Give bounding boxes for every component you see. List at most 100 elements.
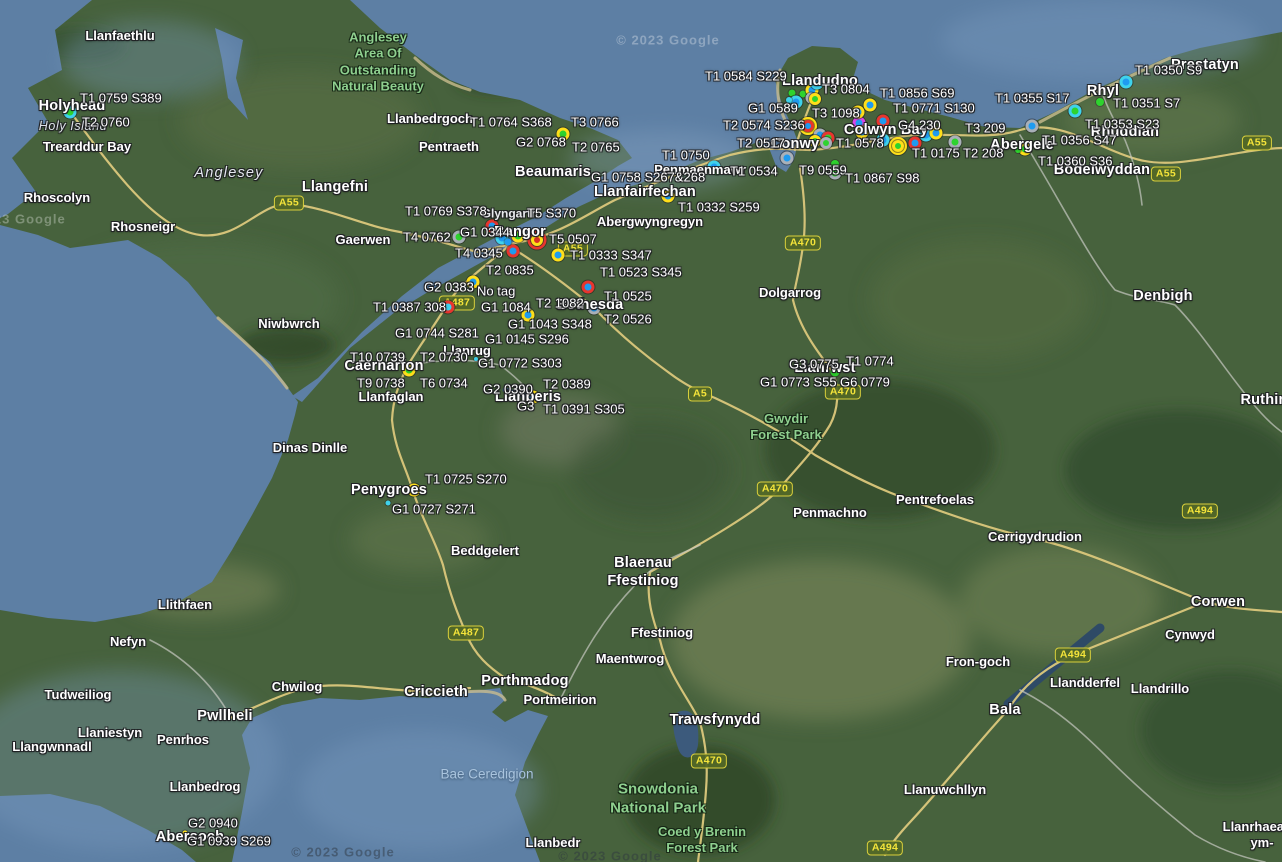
place-label[interactable]: Penmachno: [793, 505, 867, 521]
place-label[interactable]: Gaerwen: [336, 232, 391, 248]
map-marker[interactable]: [507, 245, 520, 258]
marker-label: G1 0344: [460, 225, 510, 240]
marker-label: T1 0355 S17: [995, 91, 1069, 106]
place-label[interactable]: Cerrigydrudion: [988, 529, 1082, 545]
marker-label: T9 0559: [799, 163, 847, 178]
road-badge: A470: [691, 754, 727, 769]
place-label[interactable]: Rhoscolyn: [24, 190, 90, 206]
place-label[interactable]: Blaenau Ffestiniog: [607, 554, 678, 590]
place-label[interactable]: Llanfaethlu: [85, 28, 154, 44]
place-label[interactable]: Llangefni: [302, 178, 368, 196]
place-label[interactable]: Pentrefoelas: [896, 492, 974, 508]
place-label[interactable]: Beddgelert: [451, 543, 519, 559]
satellite-map[interactable]: {"":""}: [0, 0, 1282, 862]
place-label[interactable]: Llandrillo: [1131, 681, 1190, 697]
place-label[interactable]: Corwen: [1191, 593, 1245, 611]
marker-label: T2 0760: [82, 115, 130, 130]
place-label[interactable]: Maentwrog: [596, 651, 665, 667]
place-label[interactable]: Llanbedrgoch: [387, 111, 473, 127]
marker-label: G1 0589: [748, 101, 798, 116]
place-label[interactable]: Dinas Dinlle: [273, 440, 347, 456]
place-label[interactable]: Gwydir Forest Park: [750, 411, 822, 444]
place-label[interactable]: Llaniestyn: [78, 725, 142, 741]
place-label[interactable]: Llanuwchllyn: [904, 782, 986, 798]
place-label[interactable]: Ruthin: [1240, 391, 1282, 409]
google-watermark: © 2023 Google: [291, 845, 395, 860]
map-marker[interactable]: [552, 249, 565, 262]
place-label[interactable]: Llithfaen: [158, 597, 212, 613]
marker-label: T1 0856 S69: [880, 86, 954, 101]
place-label[interactable]: Portmeirion: [524, 692, 597, 708]
place-label[interactable]: Llanfairfechan: [594, 183, 696, 201]
map-marker[interactable]: [809, 93, 821, 105]
marker-label: T2 0574 S236: [723, 118, 805, 133]
place-label[interactable]: Pwllheli: [197, 707, 253, 725]
map-marker[interactable]: [386, 501, 391, 506]
place-label[interactable]: Llanbedrog: [170, 779, 241, 795]
place-label[interactable]: Beaumaris: [515, 163, 591, 181]
place-label[interactable]: Trawsfynydd: [670, 711, 761, 729]
marker-label: T1 0584 S229: [705, 69, 787, 84]
place-label[interactable]: Fron-goch: [946, 654, 1010, 670]
place-label[interactable]: Porthmadog: [481, 672, 568, 690]
place-label[interactable]: Coed y Brenin Forest Park: [658, 824, 746, 857]
place-label[interactable]: Llanrhaeadr-ym-: [1223, 819, 1282, 852]
marker-label: T1 0769 S378: [405, 204, 487, 219]
marker-label: T4 0762: [403, 230, 451, 245]
map-marker[interactable]: [781, 152, 794, 165]
marker-label: T2 0526: [604, 312, 652, 327]
marker-label: T3 1098: [812, 106, 860, 121]
marker-label: T1 0332 S259: [678, 200, 760, 215]
marker-label: T3 0766: [571, 115, 619, 130]
map-marker[interactable]: [1026, 120, 1039, 133]
marker-label: G2 0390: [483, 382, 533, 397]
place-label[interactable]: Penygroes: [351, 481, 427, 499]
place-label[interactable]: Rhosneigr: [111, 219, 175, 235]
place-label[interactable]: Ffestiniog: [631, 625, 693, 641]
marker-label: G3 0775: [789, 357, 839, 372]
place-label[interactable]: Dolgarrog: [759, 285, 821, 301]
marker-label: T1 0534: [730, 164, 778, 179]
place-label[interactable]: Trearddur Bay: [43, 139, 131, 155]
marker-label: T1 0725 S270: [425, 472, 507, 487]
place-label[interactable]: Niwbwrch: [258, 316, 319, 332]
place-label[interactable]: Bala: [989, 701, 1020, 719]
place-label[interactable]: Snowdonia National Park: [610, 780, 706, 818]
marker-label: T1 0523 S345: [600, 265, 682, 280]
marker-label: T1 0771 S130: [893, 101, 975, 116]
place-label[interactable]: Pentraeth: [419, 139, 479, 155]
place-label[interactable]: Denbigh: [1133, 287, 1192, 305]
marker-label: T2 0389: [543, 377, 591, 392]
place-label[interactable]: Chwilog: [272, 679, 323, 695]
marker-label: G4 230: [898, 118, 941, 133]
place-label[interactable]: Criccieth: [404, 683, 468, 701]
place-label[interactable]: Cynwyd: [1165, 627, 1215, 643]
marker-label: T1 0175: [912, 146, 960, 161]
marker-label: T6 0734: [420, 376, 468, 391]
map-marker[interactable]: [582, 281, 595, 294]
place-label[interactable]: Llangwnnadl: [12, 739, 91, 755]
road-badge: A5: [688, 387, 712, 402]
map-marker[interactable]: [1069, 105, 1082, 118]
place-label[interactable]: Bae Ceredigion: [440, 767, 533, 784]
marker-label: T1 0750: [662, 148, 710, 163]
marker-label: G2 0383: [424, 280, 474, 295]
road-badge: A494: [1182, 504, 1218, 519]
place-label[interactable]: Anglesey Area Of Outstanding Natural Bea…: [332, 30, 424, 95]
map-marker[interactable]: [892, 140, 904, 152]
map-marker[interactable]: [864, 99, 877, 112]
place-label[interactable]: Penrhos: [157, 732, 209, 748]
map-marker[interactable]: [1120, 76, 1133, 89]
map-marker[interactable]: [820, 137, 832, 149]
place-label[interactable]: Tudweiliog: [45, 687, 112, 703]
place-label[interactable]: Nefyn: [110, 634, 146, 650]
place-label[interactable]: Llanfaglan: [358, 389, 423, 405]
marker-label: G6 0779: [840, 375, 890, 390]
place-label[interactable]: Abergwyngregyn: [597, 214, 703, 230]
marker-label: T1 0525: [604, 289, 652, 304]
place-label[interactable]: Llandderfel: [1050, 675, 1120, 691]
marker-label: G1 1084: [481, 300, 531, 315]
place-label[interactable]: Anglesey: [194, 164, 263, 182]
road-badge: A55: [274, 196, 304, 211]
marker-label: G2 0940: [188, 816, 238, 831]
